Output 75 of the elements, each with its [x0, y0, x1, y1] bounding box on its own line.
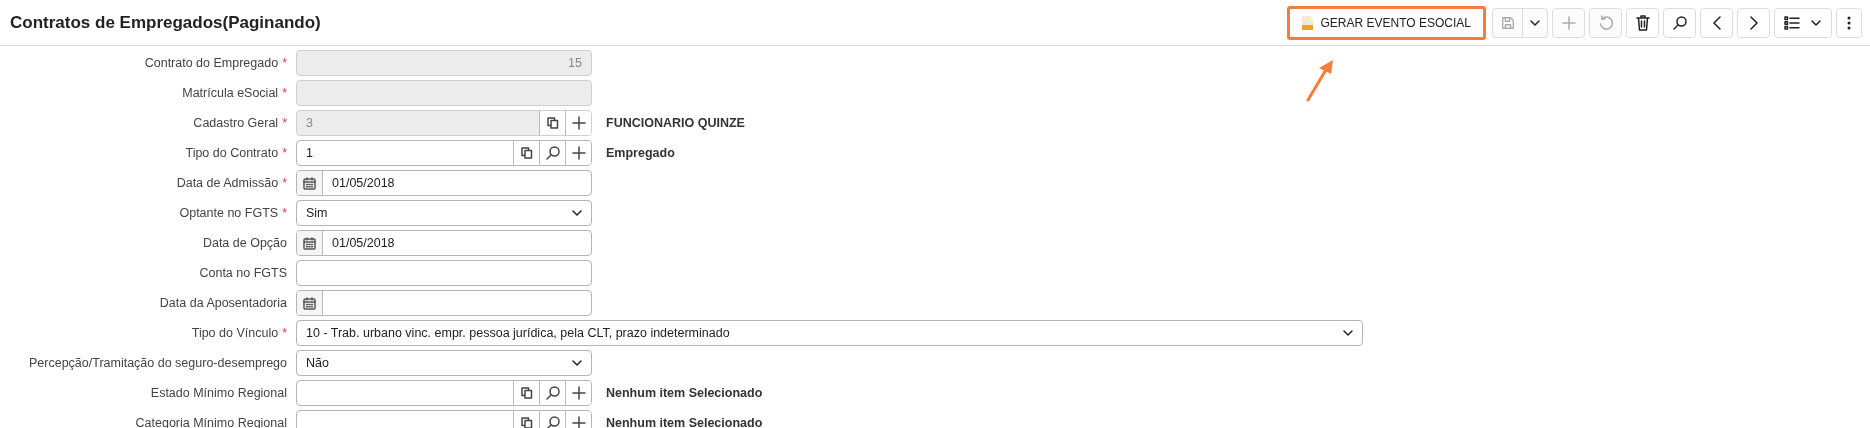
- select-field[interactable]: Não: [296, 350, 592, 376]
- select-field[interactable]: Sim: [296, 200, 592, 226]
- lookup-field[interactable]: 1: [296, 140, 592, 166]
- list-view-button[interactable]: [1774, 7, 1832, 38]
- lookup-description: Nenhum item Selecionado: [606, 414, 763, 428]
- field-label: Data de Admissão: [176, 174, 279, 192]
- search-icon: [544, 415, 561, 428]
- previous-button[interactable]: [1700, 7, 1733, 38]
- text-field[interactable]: [296, 260, 592, 286]
- field-label: Estado Mínimo Regional: [150, 384, 287, 402]
- add-button[interactable]: [565, 381, 591, 405]
- plus-icon: [570, 415, 587, 428]
- search-icon: [544, 385, 561, 401]
- delete-button[interactable]: [1626, 7, 1659, 38]
- caret-icon: [1342, 327, 1354, 339]
- field-value: Não: [305, 354, 330, 372]
- date-field[interactable]: 01/05/2018: [296, 230, 592, 256]
- required-mark: *: [282, 204, 287, 222]
- undo-icon: [1597, 14, 1614, 31]
- field-label: Data da Aposentadoria: [159, 294, 287, 312]
- field-label: Matrícula eSocial: [182, 84, 279, 102]
- search-button[interactable]: [1663, 7, 1696, 38]
- field-label: Tipo do Vínculo: [191, 324, 279, 342]
- lookup-field[interactable]: [296, 380, 592, 406]
- annotation-arrow: [1305, 58, 1335, 102]
- plus-icon: [570, 385, 587, 401]
- field-label: Conta no FGTS: [199, 264, 287, 282]
- search-icon: [544, 145, 561, 161]
- add-button[interactable]: [565, 141, 591, 165]
- field-label: Contrato do Empregado: [144, 54, 279, 72]
- field-value: 10 - Trab. urbano vinc. empr. pessoa jurídica, pela CLT, prazo indeterminado: [305, 324, 731, 342]
- page-title: Contratos de Empregados(Paginando): [10, 11, 321, 34]
- field-value: 15: [567, 54, 583, 72]
- field-label: Data de Opção: [202, 234, 287, 252]
- plus-icon: [1560, 14, 1577, 31]
- field-label: Optante no FGTS: [179, 204, 279, 222]
- calendar-icon: [303, 236, 316, 250]
- required-mark: *: [282, 54, 287, 72]
- field-value: 3: [305, 114, 314, 132]
- calendar-icon: [303, 176, 316, 190]
- caret-icon: [571, 357, 583, 369]
- date-field[interactable]: 01/05/2018: [296, 170, 592, 196]
- caret-icon: [571, 207, 583, 219]
- date-field[interactable]: [296, 290, 592, 316]
- required-mark: *: [282, 144, 287, 162]
- search-icon: [1671, 14, 1688, 31]
- generate-event-button[interactable]: GERAR EVENTO ESOCIAL: [1286, 5, 1486, 40]
- plus-icon: [570, 115, 587, 131]
- field-label: Percepção/Tramitação do seguro-desemprego: [29, 354, 287, 372]
- required-mark: *: [282, 114, 287, 132]
- plus-icon: [570, 145, 587, 161]
- list-icon: [1784, 15, 1800, 30]
- field-value: 01/05/2018: [331, 234, 396, 252]
- add-button[interactable]: [565, 411, 591, 428]
- copy-icon: [546, 117, 559, 129]
- field-value: 01/05/2018: [331, 174, 396, 192]
- required-mark: *: [282, 174, 287, 192]
- field-value: Sim: [305, 204, 329, 222]
- more-icon: [1847, 15, 1851, 30]
- copy-icon: [520, 417, 533, 428]
- copy-icon: [520, 387, 533, 399]
- lookup-description: Nenhum item Selecionado: [606, 384, 763, 402]
- field-label: Tipo do Contrato: [185, 144, 279, 162]
- lookup-description: Empregado: [606, 144, 675, 162]
- required-mark: *: [282, 324, 287, 342]
- field-value: 1: [305, 144, 314, 162]
- lookup-description: FUNCIONARIO QUINZE: [606, 114, 745, 132]
- document-icon: [1301, 15, 1313, 30]
- required-mark: *: [282, 84, 287, 102]
- next-button[interactable]: [1737, 7, 1770, 38]
- field-label: Cadastro Geral: [193, 114, 279, 132]
- select-field[interactable]: 10 - Trab. urbano vinc. empr. pessoa jurídica, pela CLT, prazo indeterminado: [296, 320, 1363, 346]
- trash-icon: [1635, 14, 1650, 31]
- copy-icon: [520, 147, 533, 159]
- calendar-icon: [303, 296, 316, 310]
